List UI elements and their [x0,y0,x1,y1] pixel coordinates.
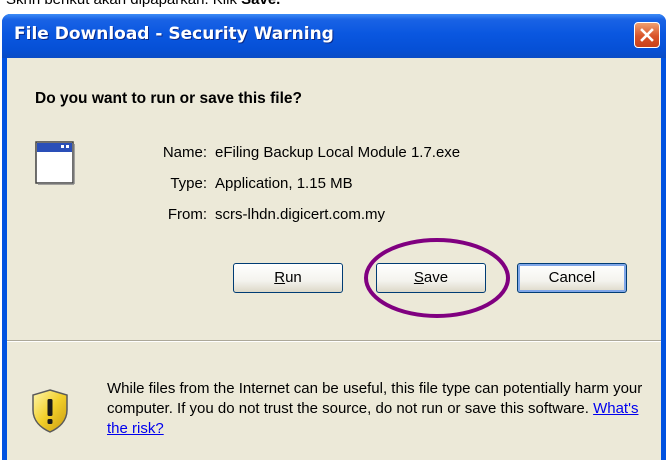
from-value: scrs-lhdn.digicert.com.my [215,206,386,223]
from-label: From: [167,206,207,223]
name-value: eFiling Backup Local Module 1.7.exe [215,144,461,161]
dialog-question: Do you want to run or save this file? [35,90,302,107]
run-access-key: R [274,269,286,286]
file-download-dialog: File Download - Security Warning Do you … [2,14,666,460]
file-details-labels: Name: Type: From: [95,143,207,236]
file-details-values: eFiling Backup Local Module 1.7.exe Appl… [215,143,460,236]
name-label: Name: [162,144,207,161]
security-shield-warning-icon [32,389,68,433]
application-window-icon [35,141,75,185]
close-icon [640,28,654,42]
warning-text: While files from the Internet can be use… [107,380,643,417]
dialog-title: File Download - Security Warning [14,24,334,44]
dialog-body: Do you want to run or save this file? Na… [7,58,661,460]
highlight-ellipse [364,238,510,318]
document-caption: Skrin berikut akan dipaparkan. Klik Save… [6,0,280,8]
cancel-button[interactable]: Cancel [517,263,627,293]
warning-section: While files from the Internet can be use… [7,342,661,460]
caption-emphasis: Save. [241,0,280,8]
close-button[interactable] [634,22,660,48]
cancel-label: Cancel [548,269,596,286]
title-bar[interactable]: File Download - Security Warning [2,14,666,58]
type-value: Application, 1.15 MB [215,175,353,192]
run-label: un [285,269,302,286]
run-button[interactable]: Run [233,263,343,293]
warning-message: While files from the Internet can be use… [107,379,647,439]
caption-text: Skrin berikut akan dipaparkan. Klik [6,0,241,8]
type-label: Type: [170,175,207,192]
